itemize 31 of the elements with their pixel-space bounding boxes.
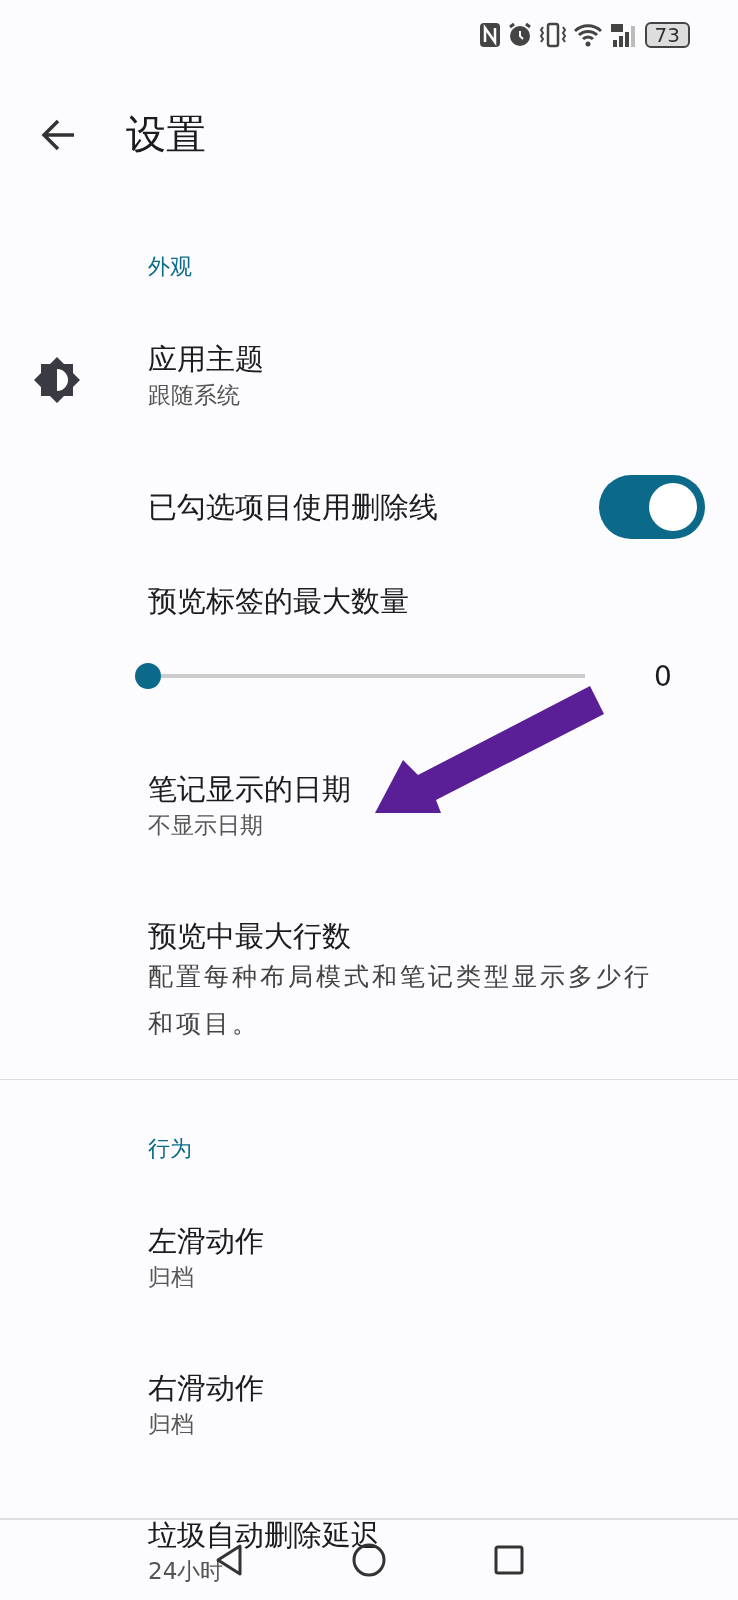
setting-value: 归档: [148, 1410, 194, 1439]
setting-item[interactable]: 应用主题 跟随系统: [0, 298, 738, 445]
screen-title: 设置: [126, 110, 206, 159]
setting-item[interactable]: 笔记显示的日期 不显示日期: [0, 728, 738, 875]
alarm-icon: [506, 22, 533, 48]
setting-title: 预览中最大行数: [148, 918, 351, 954]
battery-indicator: 73: [644, 22, 690, 48]
setting-title: 笔记显示的日期: [148, 771, 351, 807]
slider-value: 0: [654, 659, 672, 693]
section-header: 行为: [147, 1135, 193, 1163]
setting-title: 已勾选项目使用删除线: [148, 489, 438, 525]
setting-item[interactable]: 右滑动作 归档: [0, 1327, 738, 1474]
setting-value: 配置每种布局模式和笔记类型显示多少行和项目。: [148, 961, 653, 1040]
setting-item[interactable]: 预览中最大行数 配置每种布局模式和笔记类型显示多少行和项目。: [0, 875, 738, 1079]
setting-value: 不显示日期: [148, 811, 263, 840]
slider-thumb[interactable]: [135, 663, 161, 689]
setting-title: 预览标签的最大数量: [148, 583, 410, 619]
setting-item[interactable]: 左滑动作 归档: [0, 1180, 738, 1327]
wifi-icon: [572, 22, 603, 48]
vibrate-icon: [538, 22, 567, 48]
section-header: 外观: [147, 253, 193, 281]
back-arrow-icon[interactable]: [40, 118, 76, 151]
setting-title: 右滑动作: [148, 1370, 264, 1406]
setting-title: 应用主题: [148, 341, 264, 377]
brightness-icon: [34, 357, 80, 403]
setting-title: 左滑动作: [148, 1223, 264, 1259]
setting-value: 24小时: [148, 1557, 224, 1586]
setting-value: 归档: [148, 1263, 194, 1292]
nfc-icon: [478, 22, 501, 48]
recents-icon[interactable]: [494, 1545, 524, 1575]
setting-value: 跟随系统: [148, 381, 240, 410]
